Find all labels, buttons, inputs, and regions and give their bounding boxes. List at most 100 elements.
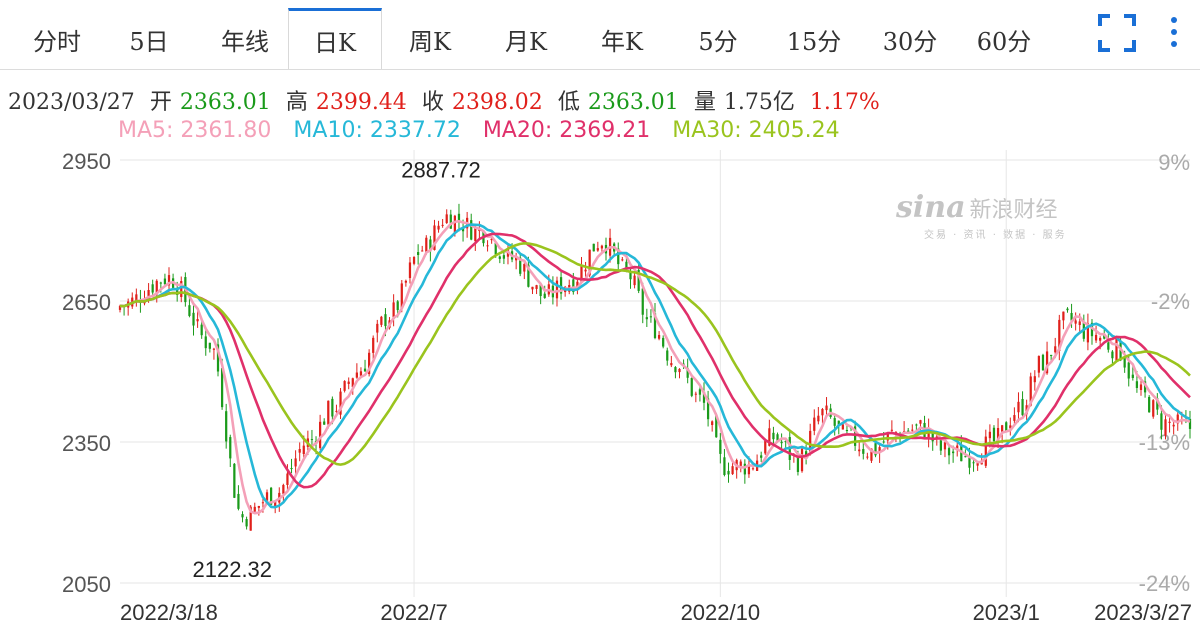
candle-body xyxy=(245,519,248,527)
candle-body xyxy=(417,252,420,255)
candle-body xyxy=(1017,401,1020,413)
candle-body xyxy=(188,305,191,316)
candle-body xyxy=(845,429,849,431)
candle-body xyxy=(1172,424,1175,427)
candle-body xyxy=(1139,384,1143,390)
candle-body xyxy=(678,368,681,373)
candle-body xyxy=(649,316,653,318)
candle-body xyxy=(1111,351,1114,359)
tab-9[interactable]: 30分 xyxy=(862,8,958,70)
candle-body xyxy=(437,225,440,230)
candle-body xyxy=(988,431,992,439)
pct-tick-label: -24% xyxy=(1139,571,1190,596)
candle-body xyxy=(408,262,412,279)
candle-body xyxy=(800,448,804,472)
x-tick-label: 2022/3/18 xyxy=(120,600,218,625)
candle-body xyxy=(502,255,506,259)
candle-body xyxy=(1094,334,1098,341)
y-tick-label: 2350 xyxy=(62,431,111,456)
candle-body xyxy=(674,367,677,373)
candle-body xyxy=(1148,396,1151,413)
candle-body xyxy=(253,506,256,512)
candle-body xyxy=(396,301,399,311)
candle-body xyxy=(1013,415,1016,421)
candle-body xyxy=(200,324,203,336)
tab-4[interactable]: 周K xyxy=(382,8,478,70)
candle-body xyxy=(208,342,211,349)
candle-body xyxy=(323,421,326,425)
candle-body xyxy=(1115,336,1118,361)
tab-3[interactable]: 日K xyxy=(288,8,382,70)
candle-body xyxy=(290,468,293,470)
candle-body xyxy=(363,368,367,372)
candle-body xyxy=(257,505,260,508)
candle-body xyxy=(1074,320,1077,324)
fullscreen-icon[interactable] xyxy=(1098,14,1136,52)
ma-line-ma30 xyxy=(119,242,1191,466)
candle-body xyxy=(698,389,702,395)
tab-0[interactable]: 分时 xyxy=(18,8,96,70)
candle-body xyxy=(470,220,473,240)
candle-body xyxy=(1127,362,1130,379)
candle-body xyxy=(1078,321,1081,326)
tab-1[interactable]: 5日 xyxy=(96,8,202,70)
candle-body xyxy=(204,336,207,349)
candle-body xyxy=(760,455,763,458)
tab-2[interactable]: 年线 xyxy=(202,8,288,70)
candle-body xyxy=(825,405,828,411)
pct-tick-label: -2% xyxy=(1151,289,1190,314)
pct-tick-label: 9% xyxy=(1158,150,1190,175)
x-tick-label: 2023/3/27 xyxy=(1094,600,1192,625)
ma-legend-1: MA10: 2337.72 xyxy=(293,118,461,143)
change-percent: 1.17% xyxy=(809,90,880,115)
candle-body xyxy=(555,280,559,299)
candle-body xyxy=(662,337,665,347)
candle-body xyxy=(376,323,379,333)
tab-7[interactable]: 5分 xyxy=(670,8,766,70)
candle-body xyxy=(298,449,301,453)
tab-6[interactable]: 年K xyxy=(574,8,670,70)
candle-body xyxy=(813,417,816,431)
candle-body xyxy=(743,463,746,475)
candle-body xyxy=(523,264,526,272)
candle-body xyxy=(666,350,669,361)
candle-body xyxy=(535,285,538,289)
candle-body xyxy=(764,440,767,454)
candle-body xyxy=(1033,376,1036,383)
candle-body xyxy=(841,424,844,430)
candle-body xyxy=(302,445,305,455)
y-tick-label: 2950 xyxy=(62,149,111,174)
candle-body xyxy=(882,441,885,443)
candle-body xyxy=(343,381,346,391)
candle-body xyxy=(1160,413,1163,430)
candle-body xyxy=(498,256,501,259)
candle-body xyxy=(984,436,987,466)
tab-8[interactable]: 15分 xyxy=(766,8,862,70)
tab-10[interactable]: 60分 xyxy=(958,8,1050,70)
info-date: 2023/03/27 xyxy=(8,90,135,115)
high-label: 高 xyxy=(285,90,308,115)
y-tick-label: 2050 xyxy=(62,572,111,597)
candle-body xyxy=(1066,308,1069,311)
volume-value: 1.75亿 xyxy=(723,90,795,115)
tab-5[interactable]: 月K xyxy=(478,8,574,70)
candle-body xyxy=(318,421,322,449)
ma-legend-3: MA30: 2405.24 xyxy=(672,118,840,143)
candle-body xyxy=(670,363,673,366)
candle-body xyxy=(384,314,387,327)
ma-legend: MA5: 2361.80 MA10: 2337.72 MA20: 2369.21 MA… xyxy=(118,118,862,148)
candle-body xyxy=(947,448,951,456)
candle-body xyxy=(1062,311,1065,321)
candle-body xyxy=(347,381,350,384)
candle-body xyxy=(821,408,824,416)
candle-body xyxy=(1054,346,1057,353)
low-value: 2363.01 xyxy=(587,90,679,115)
candle-body xyxy=(192,312,195,326)
candle-body xyxy=(355,372,358,378)
candle-body xyxy=(1135,381,1139,388)
candle-body xyxy=(233,463,236,498)
candle-body xyxy=(890,429,893,431)
ma-legend-2: MA20: 2369.21 xyxy=(482,118,651,143)
open-label: 开 xyxy=(149,90,172,115)
more-vertical-icon[interactable] xyxy=(1164,14,1184,52)
